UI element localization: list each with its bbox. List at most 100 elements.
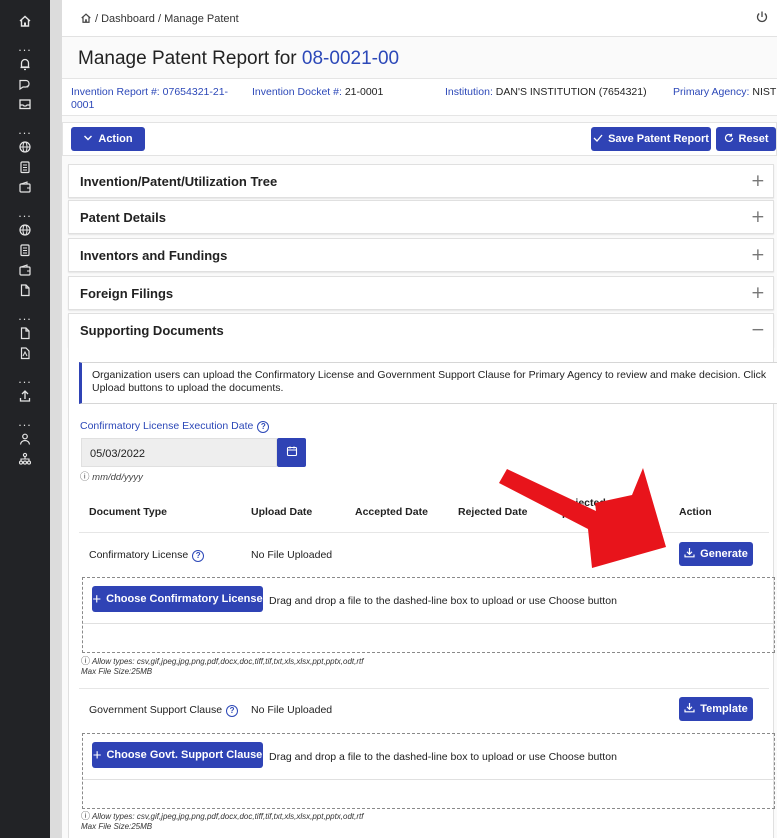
panel-title: Supporting Documents xyxy=(80,323,224,338)
main-content: / Dashboard / Manage Patent Manage Paten… xyxy=(62,0,777,838)
collapse-icon[interactable]: − xyxy=(751,320,765,340)
reset-button[interactable]: Reset xyxy=(716,127,776,151)
doc-type-label: Confirmatory License xyxy=(89,549,189,561)
col-rejected-date: Rejected Date xyxy=(458,506,528,518)
home-icon[interactable] xyxy=(80,12,92,27)
choose-confirmatory-license-button[interactable]: + Choose Confirmatory License xyxy=(92,586,263,612)
col-document-type: Document Type xyxy=(89,506,167,518)
template-label: Template xyxy=(700,703,748,715)
template-button[interactable]: Template xyxy=(679,697,753,721)
panel-foreign-filings[interactable]: Foreign Filings + xyxy=(68,276,774,310)
top-bar: / Dashboard / Manage Patent xyxy=(62,0,777,37)
expand-icon[interactable]: + xyxy=(751,171,765,191)
document-icon[interactable] xyxy=(0,243,50,257)
invention-report-value: 07654321-21- xyxy=(162,86,229,98)
date-format-text: mm/dd/yyyy xyxy=(92,472,143,483)
pdf-icon[interactable] xyxy=(0,346,50,360)
supporting-documents-body: Organization users can upload the Confir… xyxy=(68,345,777,838)
panel-inventors-fundings[interactable]: Inventors and Fundings + xyxy=(68,238,774,272)
panel-patent-details[interactable]: Patent Details + xyxy=(68,200,774,234)
breadcrumb-path[interactable]: / Dashboard / Manage Patent xyxy=(95,13,239,25)
document-icon[interactable] xyxy=(0,160,50,174)
org-chart-icon[interactable] xyxy=(0,452,50,466)
invention-report-label: Invention Report #: xyxy=(71,86,160,98)
group-separator: ... xyxy=(18,41,32,54)
upload-status: No File Uploaded xyxy=(251,549,333,561)
calendar-icon xyxy=(286,444,298,462)
download-icon xyxy=(684,547,695,561)
calendar-button[interactable] xyxy=(277,438,306,467)
col-action: Action xyxy=(679,506,712,518)
primary-agency-label: Primary Agency: xyxy=(673,86,750,98)
save-button-label: Save Patent Report xyxy=(608,133,709,145)
group-separator: ... xyxy=(18,310,32,323)
power-icon[interactable] xyxy=(755,10,769,29)
allow-types-text: Allow types: csv,gif,jpeg,jpg,png,pdf,do… xyxy=(91,657,364,666)
page-title-prefix: Manage Patent Report for xyxy=(78,48,302,69)
wallet-icon[interactable] xyxy=(0,180,50,194)
date-format-hint: ⓘ mm/dd/yyyy xyxy=(80,469,143,483)
date-field-label: Confirmatory License Execution Date? xyxy=(80,420,270,433)
panel-title: Inventors and Fundings xyxy=(80,248,228,263)
bell-icon[interactable] xyxy=(0,57,50,71)
header-divider xyxy=(79,532,769,533)
patent-id: 08-0021-00 xyxy=(301,48,400,69)
panel-title: Patent Details xyxy=(80,210,166,225)
choose-label: Choose Govt. Support Clause xyxy=(106,749,263,761)
info-note: Organization users can upload the Confir… xyxy=(79,362,777,404)
expand-icon[interactable]: + xyxy=(751,207,765,227)
choose-label: Choose Confirmatory License xyxy=(106,593,263,605)
home-icon[interactable] xyxy=(0,14,50,28)
col-accepted-date: Accepted Date xyxy=(355,506,428,518)
expand-icon[interactable]: + xyxy=(751,283,765,303)
file-icon[interactable] xyxy=(0,283,50,297)
max-size-text: Max File Size:25MB xyxy=(81,822,153,831)
upload-dropzone[interactable]: + Choose Govt. Support Clause Drag and dr… xyxy=(82,733,775,809)
plus-icon: + xyxy=(92,590,102,608)
save-patent-report-button[interactable]: Save Patent Report xyxy=(591,127,711,151)
globe-icon[interactable] xyxy=(0,223,50,237)
breadcrumb: / Dashboard / Manage Patent xyxy=(80,12,239,27)
globe-icon[interactable] xyxy=(0,140,50,154)
help-icon[interactable]: ? xyxy=(226,705,239,717)
upload-dropzone[interactable]: + Choose Confirmatory License Drag and dr… xyxy=(82,577,775,653)
user-icon[interactable] xyxy=(0,432,50,446)
institution-info: Institution: DAN'S INSTITUTION (7654321) xyxy=(445,86,647,99)
row-divider xyxy=(79,688,769,689)
invention-docket-value: 21-0001 xyxy=(344,86,384,98)
doc-type-confirmatory: Confirmatory License? xyxy=(89,549,205,562)
primary-agency-value: NIST xyxy=(752,86,777,98)
info-icon: ⓘ xyxy=(80,472,90,483)
group-separator: ... xyxy=(18,373,32,386)
wallet-icon[interactable] xyxy=(0,263,50,277)
mail-icon[interactable] xyxy=(0,97,50,111)
invention-docket-info: Invention Docket #: 21-0001 xyxy=(252,86,383,99)
panel-invention-tree[interactable]: Invention/Patent/Utilization Tree + xyxy=(68,164,774,198)
reset-icon xyxy=(724,132,734,146)
check-icon xyxy=(593,132,603,146)
generate-button[interactable]: Generate xyxy=(679,542,753,566)
action-toolbar: Action Save Patent Report Reset xyxy=(62,122,777,156)
col-upload-date: Upload Date xyxy=(251,506,313,518)
panel-supporting-documents[interactable]: Supporting Documents − xyxy=(68,313,774,347)
upload-icon[interactable] xyxy=(0,389,50,403)
allowed-types: ⓘ Allow types: csv,gif,jpeg,jpg,png,pdf,… xyxy=(81,811,363,832)
dropzone-divider xyxy=(83,779,774,780)
panel-title: Invention/Patent/Utilization Tree xyxy=(80,174,278,189)
expand-icon[interactable]: + xyxy=(751,245,765,265)
file-icon[interactable] xyxy=(0,326,50,340)
invention-report-value-cont: 0001 xyxy=(71,99,95,111)
choose-govt-support-clause-button[interactable]: + Choose Govt. Support Clause xyxy=(92,742,263,768)
dropzone-divider xyxy=(83,623,774,624)
help-icon[interactable]: ? xyxy=(192,550,205,562)
help-icon[interactable]: ? xyxy=(257,421,270,433)
generate-label: Generate xyxy=(700,548,748,560)
action-dropdown-button[interactable]: Action xyxy=(71,127,145,151)
search-icon[interactable] xyxy=(0,77,50,91)
doc-type-govt-support: Government Support Clause? xyxy=(89,704,239,717)
execution-date-input[interactable]: 05/03/2022 xyxy=(81,438,277,467)
group-separator: ... xyxy=(18,207,32,220)
drop-instructions: Drag and drop a file to the dashed-line … xyxy=(269,751,617,763)
action-button-label: Action xyxy=(98,133,133,145)
institution-label: Institution: xyxy=(445,86,493,98)
